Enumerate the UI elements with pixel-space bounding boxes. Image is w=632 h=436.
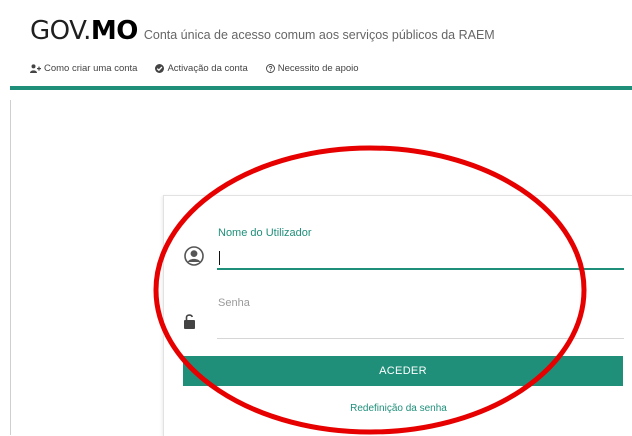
- nav-create-account[interactable]: Como criar uma conta: [30, 63, 137, 74]
- logo-row: GOV. MO Conta única de acesso comum aos …: [30, 16, 495, 46]
- nav-activate-account-label: Activação da conta: [167, 63, 248, 74]
- tagline: Conta única de acesso comum aos serviços…: [143, 28, 495, 42]
- text-caret: [219, 251, 220, 265]
- nav-need-help[interactable]: Necessito de apoio: [265, 63, 359, 74]
- page-left-border: [10, 100, 11, 435]
- nav-create-account-label: Como criar uma conta: [44, 63, 138, 74]
- username-input[interactable]: [217, 248, 624, 270]
- username-label: Nome do Utilizador: [218, 227, 312, 239]
- nav-activate-account[interactable]: Activação da conta: [155, 63, 248, 74]
- check-circle-icon: [155, 64, 165, 73]
- help-icon: [265, 64, 275, 73]
- login-card: Nome do Utilizador Senha ACEDER Redefini…: [163, 195, 632, 436]
- accent-bar: [10, 86, 632, 90]
- header: GOV. MO Conta única de acesso comum aos …: [0, 0, 632, 90]
- logo-suffix[interactable]: MO: [91, 16, 138, 46]
- user-icon: [184, 246, 204, 266]
- password-label: Senha: [218, 297, 250, 309]
- unlock-icon: [184, 314, 195, 329]
- reset-password-link[interactable]: Redefinição da senha: [164, 403, 632, 414]
- add-user-icon: [30, 64, 41, 73]
- nav-need-help-label: Necessito de apoio: [277, 63, 359, 74]
- top-nav: Como criar uma conta Activação da conta …: [30, 63, 359, 74]
- logo-prefix[interactable]: GOV.: [30, 16, 91, 46]
- password-input[interactable]: [217, 320, 624, 339]
- login-button[interactable]: ACEDER: [183, 356, 623, 386]
